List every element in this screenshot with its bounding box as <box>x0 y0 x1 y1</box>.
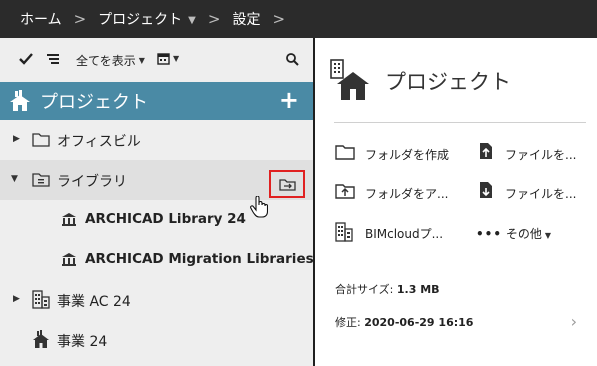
details-divider <box>334 122 586 123</box>
tree-item-label: 事業 24 <box>57 334 108 350</box>
move-to-folder-button[interactable] <box>269 170 305 198</box>
file-download-icon <box>478 181 494 203</box>
search-icon[interactable] <box>286 53 299 66</box>
tree-item-label: ARCHICAD Library 24 <box>85 211 246 227</box>
upload-folder-button[interactable]: フォルダをア... <box>365 185 448 202</box>
tree-item-archicad-migration-libraries[interactable]: ARCHICAD Migration Libraries <box>0 240 314 280</box>
breadcrumb-separator: > <box>272 10 286 28</box>
more-menu-button[interactable]: ••• その他 ▼ <box>476 225 551 242</box>
file-upload-icon <box>478 142 494 164</box>
chevron-down-icon: ▼ <box>188 15 196 26</box>
project-house-icon <box>327 58 371 106</box>
upload-file-button[interactable]: ファイルを... <box>505 146 576 163</box>
tree-item-label: ARCHICAD Migration Libraries <box>85 251 314 267</box>
expand-arrow-icon[interactable]: ▶ <box>13 294 20 304</box>
list-sort-icon[interactable] <box>46 53 60 65</box>
create-folder-button[interactable]: フォルダを作成 <box>365 146 449 163</box>
breadcrumb-projects-label: プロジェクト <box>98 12 183 28</box>
details-title: プロジェクト <box>385 70 511 94</box>
folder-upload-icon <box>335 183 355 203</box>
more-menu-label: その他 <box>505 227 542 241</box>
tree-item-office-building[interactable]: ▶ オフィスビル <box>0 120 313 160</box>
building-icon <box>335 222 353 246</box>
project-tree-panel: 全てを表示 ▼ ▼ プロジェクト + ▶ オフィスビル ▼ ライブラリ ARCH… <box>0 38 314 366</box>
modified-info: 修正: 2020-06-29 16:16 <box>335 314 473 330</box>
select-checkmark-icon[interactable] <box>19 53 33 65</box>
tree-item-label: オフィスビル <box>57 134 141 150</box>
project-header-title: プロジェクト <box>40 92 148 113</box>
download-file-button[interactable]: ファイルを... <box>505 185 576 202</box>
details-panel: プロジェクト フォルダを作成 ファイルを... フォルダをア... ファイルを.… <box>315 38 597 366</box>
modified-value: 2020-06-29 16:16 <box>364 316 474 329</box>
house-icon <box>32 330 50 353</box>
building-icon <box>32 290 50 313</box>
library-icon <box>61 252 77 271</box>
tree-toolbar: 全てを表示 ▼ ▼ <box>0 38 313 82</box>
bimcloud-project-button[interactable]: BIMcloudプ... <box>365 225 443 242</box>
calendar-dropdown[interactable]: ▼ <box>157 52 179 65</box>
library-icon <box>61 212 77 231</box>
breadcrumb-separator: > <box>207 10 221 28</box>
modified-label: 修正: <box>335 316 361 329</box>
expand-arrow-icon[interactable]: ▶ <box>13 134 20 144</box>
view-filter-dropdown[interactable]: 全てを表示 ▼ <box>76 52 145 69</box>
chevron-down-icon: ▼ <box>544 231 552 240</box>
view-filter-label: 全てを表示 <box>76 54 136 68</box>
chevron-down-icon: ▼ <box>173 54 180 63</box>
tree-item-archicad-library-24[interactable]: ARCHICAD Library 24 <box>0 200 313 240</box>
project-house-icon <box>8 90 32 116</box>
more-dots-icon: ••• <box>476 227 503 241</box>
breadcrumb-settings[interactable]: 設定 <box>232 9 260 29</box>
breadcrumb: ホーム > プロジェクト ▼ > 設定 > <box>0 0 597 38</box>
total-size-value: 1.3 MB <box>396 283 440 296</box>
calendar-icon <box>157 53 170 65</box>
chevron-right-icon[interactable]: › <box>571 312 577 331</box>
tree-item-project-ac-24[interactable]: ▶ 事業 AC 24 <box>0 280 313 320</box>
tree-item-project-24[interactable]: 事業 24 <box>0 320 313 360</box>
breadcrumb-projects[interactable]: プロジェクト ▼ <box>98 9 196 29</box>
tree-item-library[interactable]: ▼ ライブラリ <box>0 160 313 200</box>
tree-item-label: ライブラリ <box>57 174 127 190</box>
total-size-info: 合計サイズ: 1.3 MB <box>335 281 440 297</box>
project-header[interactable]: プロジェクト + <box>0 82 313 120</box>
breadcrumb-separator: > <box>73 10 87 28</box>
library-folder-icon <box>32 172 50 191</box>
folder-icon <box>32 132 50 151</box>
tree-item-label: 事業 AC 24 <box>57 294 131 310</box>
add-project-button[interactable]: + <box>279 88 299 112</box>
folder-icon <box>335 144 355 164</box>
collapse-arrow-icon[interactable]: ▼ <box>11 174 18 184</box>
move-folder-icon <box>279 179 296 191</box>
breadcrumb-home[interactable]: ホーム <box>20 9 62 29</box>
total-size-label: 合計サイズ: <box>335 283 394 296</box>
chevron-down-icon: ▼ <box>138 56 145 65</box>
